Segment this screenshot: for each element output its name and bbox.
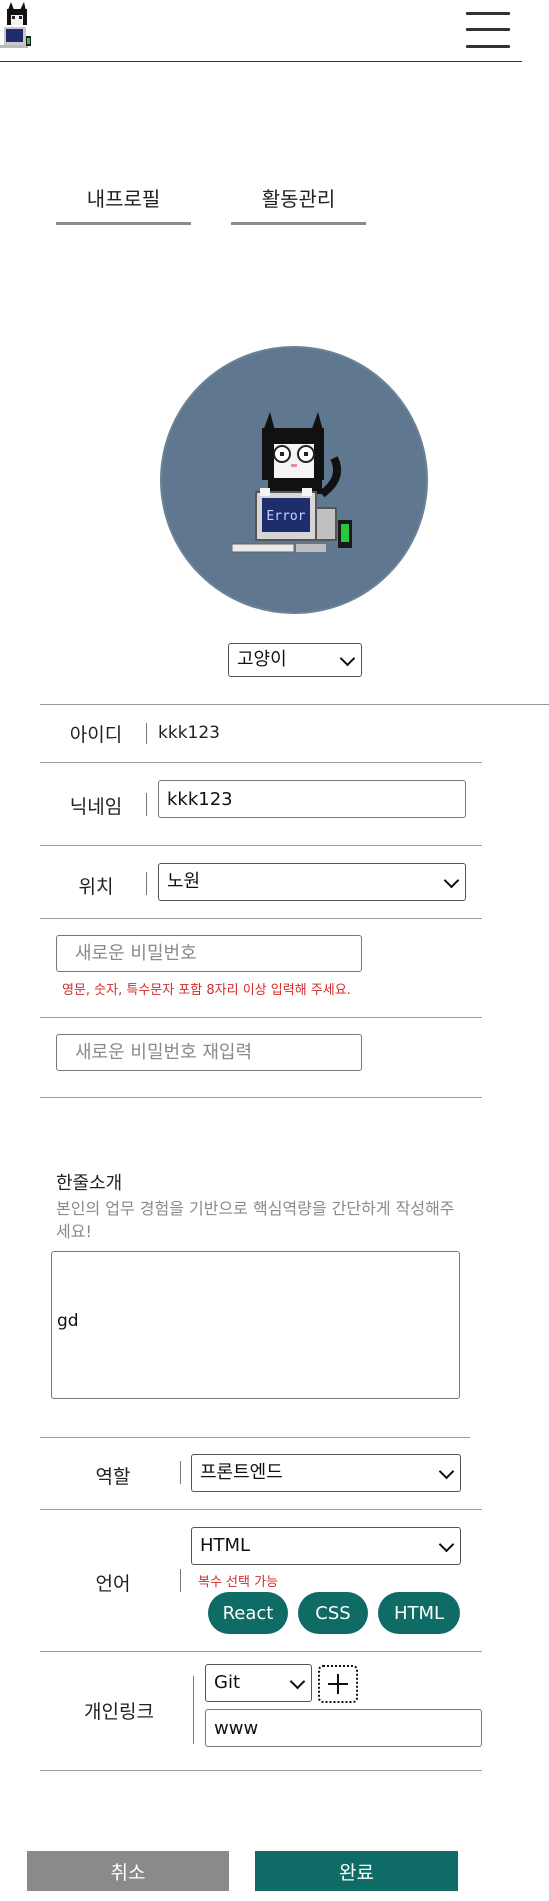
tab-my-profile-underline: [56, 222, 191, 225]
tab-my-profile[interactable]: 내프로필: [56, 183, 191, 212]
row-divider: [40, 918, 482, 919]
id-value: kkk123: [158, 723, 220, 743]
link-separator: [193, 1676, 194, 1744]
intro-textarea[interactable]: gd: [51, 1251, 460, 1399]
link-type-select[interactable]: Git: [205, 1664, 312, 1702]
tab-activity-underline: [231, 222, 366, 225]
link-url-input[interactable]: [205, 1709, 482, 1747]
new-password-input[interactable]: [56, 935, 362, 972]
link-type-select-wrapper[interactable]: Git: [205, 1664, 312, 1702]
location-select-wrapper[interactable]: 노원: [158, 863, 466, 901]
row-divider: [40, 1437, 470, 1438]
role-separator: [180, 1461, 181, 1484]
intro-text: gd: [57, 1311, 79, 1331]
cat-avatar-icon: Error: [232, 412, 352, 553]
language-label: 언어: [95, 1573, 131, 1595]
nickname-input[interactable]: [158, 780, 466, 818]
row-divider: [40, 1770, 482, 1771]
location-separator: [146, 872, 147, 895]
intro-title: 한줄소개: [56, 1173, 123, 1194]
confirm-password-input[interactable]: [56, 1034, 362, 1071]
menu-button[interactable]: [466, 12, 510, 48]
cancel-button[interactable]: 취소: [27, 1851, 229, 1891]
svg-text:Error: Error: [266, 509, 305, 524]
password-hint: 영문, 숫자, 특수문자 포함 8자리 이상 입력해 주세요.: [62, 983, 351, 998]
tab-activity[interactable]: 활동관리: [231, 183, 366, 212]
language-hint: 복수 선택 가능: [198, 1575, 279, 1590]
done-button[interactable]: 완료: [255, 1851, 458, 1891]
row-divider: [40, 762, 482, 763]
header-divider: [0, 61, 522, 62]
menu-line-icon: [466, 28, 510, 31]
role-select-wrapper[interactable]: 프론트엔드: [191, 1454, 461, 1492]
row-divider: [40, 845, 482, 846]
language-select[interactable]: HTML: [191, 1527, 461, 1565]
logo[interactable]: [0, 0, 34, 60]
tag-html[interactable]: HTML: [378, 1592, 460, 1634]
add-link-button[interactable]: [318, 1665, 358, 1703]
row-divider: [40, 1651, 482, 1652]
tag-react[interactable]: React: [208, 1592, 288, 1634]
nickname-label: 닉네임: [69, 796, 123, 818]
avatar: Error: [160, 346, 428, 614]
location-label: 위치: [78, 876, 114, 898]
menu-line-icon: [466, 45, 510, 48]
row-divider: [40, 1509, 482, 1510]
language-separator: [180, 1569, 181, 1592]
nickname-separator: [146, 793, 147, 816]
avatar-select-wrapper[interactable]: 고양이: [228, 643, 362, 677]
role-label: 역할: [95, 1466, 131, 1488]
section-divider: [40, 704, 549, 705]
tag-css[interactable]: CSS: [298, 1592, 368, 1634]
row-divider: [40, 1097, 482, 1098]
intro-description: 본인의 업무 경험을 기반으로 핵심역량을 간단하게 작성해주세요!: [56, 1199, 455, 1241]
id-label: 아이디: [69, 724, 123, 746]
row-divider: [40, 1017, 482, 1018]
role-select[interactable]: 프론트엔드: [191, 1454, 461, 1492]
avatar-select[interactable]: 고양이: [228, 643, 362, 677]
link-label: 개인링크: [84, 1701, 154, 1723]
language-select-wrapper[interactable]: HTML: [191, 1527, 461, 1565]
menu-line-icon: [466, 12, 510, 15]
location-select[interactable]: 노원: [158, 863, 466, 901]
id-separator: [146, 723, 147, 744]
